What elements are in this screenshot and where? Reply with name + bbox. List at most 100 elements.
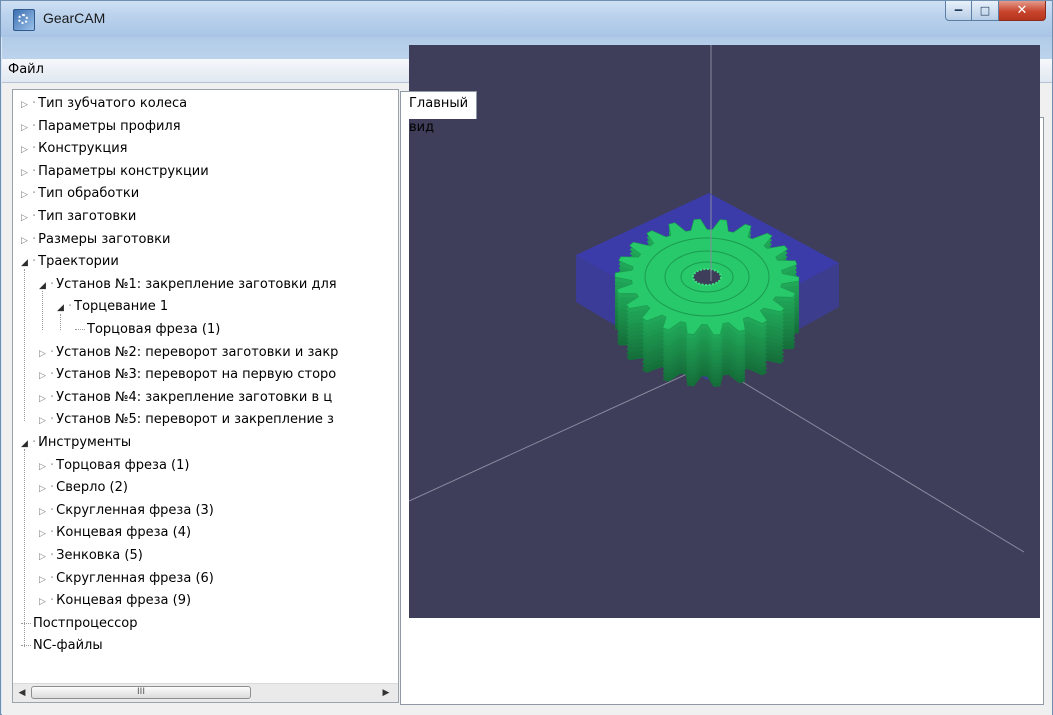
expand-arrow-icon[interactable]: ▷ (39, 410, 49, 432)
tree-item[interactable]: ▷ · Торцовая фреза (1) (39, 455, 189, 477)
expand-arrow-icon[interactable]: ▷ (39, 523, 49, 545)
tree-item-label: Параметры профиля (38, 118, 181, 134)
tree-connector: · (50, 367, 55, 383)
tree-item[interactable]: ▷ · Сверло (2) (39, 477, 128, 499)
tree-item[interactable]: ▷ · Концевая фреза (9) (39, 590, 191, 612)
project-tree[interactable]: NC-файлы Постпроцессор ▷ · Концевая фреза (9… (12, 89, 399, 703)
tree-item-label: Конструкция (38, 141, 128, 157)
tree-item[interactable]: Постпроцессор (21, 613, 138, 635)
tree-connector: · (50, 344, 55, 360)
tree-connector: · (50, 548, 55, 563)
tree-item[interactable]: ◢ · Торцевание 1 (57, 296, 168, 318)
tree-item[interactable]: ▷ · Установ №3: переворот на первую сторо (39, 364, 336, 386)
tree-connector: · (50, 570, 55, 586)
tree-item-label: Торцовая фреза (1) (87, 322, 221, 337)
expand-arrow-icon[interactable]: ▷ (21, 162, 31, 184)
tree-item-label: Концевая фреза (9) (56, 593, 192, 609)
tree-item-label: Постпроцессор (33, 615, 138, 631)
tree-connector: · (32, 118, 37, 134)
expand-arrow-icon[interactable]: ▷ (39, 365, 49, 387)
close-button[interactable]: ✕ (999, 1, 1046, 21)
tree-item[interactable]: ▷ · Параметры конструкции (21, 161, 209, 183)
tree-connector: · (50, 457, 55, 473)
tree-connector: · (50, 502, 55, 518)
tree-item-label: NC-файлы (33, 638, 103, 654)
tab-main-view[interactable]: Главный вид (400, 91, 478, 135)
tree-item[interactable]: ▷ · Концевая фреза (4) (39, 522, 191, 544)
tree-item[interactable]: ▷ · Размеры заготовки (21, 229, 170, 251)
axis-y (710, 362, 1025, 553)
tree-connector (21, 622, 31, 624)
collapse-arrow-icon[interactable]: ◢ (39, 275, 49, 297)
tree-item[interactable]: ▷ · Тип заготовки (21, 206, 136, 228)
expand-arrow-icon[interactable]: ▷ (21, 94, 31, 116)
expand-arrow-icon[interactable]: ▷ (21, 184, 31, 206)
tree-connector: · (50, 276, 55, 292)
expand-arrow-icon[interactable]: ▷ (21, 117, 31, 139)
scroll-right-icon[interactable]: ▶ (379, 686, 393, 700)
minimize-icon: ‒ (953, 3, 964, 18)
tree-connector: · (32, 186, 37, 202)
tree-item-label: Торцевание 1 (74, 299, 169, 315)
expand-arrow-icon[interactable]: ▷ (21, 230, 31, 252)
tree-item[interactable]: ▷ · Установ №5: переворот и закрепление з (39, 409, 334, 431)
tree-item[interactable]: ◢ · Инструменты (21, 432, 131, 454)
tree-item[interactable]: ▷ · Установ №4: закрепление заготовки в ц (39, 387, 332, 409)
tree-connector: · (32, 163, 37, 179)
tree-connector (21, 645, 31, 647)
tree-item[interactable]: ▷ · Скругленная фреза (3) (39, 500, 214, 522)
3d-viewport[interactable] (409, 45, 1040, 618)
tree-item[interactable]: ▷ · Конструкция (21, 138, 127, 160)
minimize-button[interactable]: ‒ (945, 1, 972, 21)
tree-item-label: Установ №3: переворот на первую сторо (56, 367, 337, 383)
expand-arrow-icon[interactable]: ▷ (39, 478, 49, 500)
tree-connector: · (32, 96, 37, 111)
tree-item-label: Параметры конструкции (38, 163, 209, 179)
expand-arrow-icon[interactable]: ▷ (39, 343, 49, 365)
tree-item[interactable]: ▷ · Зенковка (5) (39, 545, 143, 567)
tree-item[interactable]: ▷ · Установ №2: переворот заготовки и закр (39, 342, 338, 364)
expand-arrow-icon[interactable]: ▷ (39, 591, 49, 613)
tree-connector (75, 329, 85, 330)
collapse-arrow-icon[interactable]: ◢ (21, 433, 31, 455)
tree-item-label: Установ №5: переворот и закрепление з (56, 412, 334, 428)
gear-model-svg (409, 45, 1025, 553)
tree-connector: · (32, 231, 37, 247)
tree-horizontal-scrollbar[interactable]: ◀ III ▶ (13, 683, 398, 702)
tree-item[interactable]: ▷ · Параметры профиля (21, 116, 181, 138)
expand-arrow-icon[interactable]: ▷ (39, 546, 49, 568)
tree-item[interactable]: NC-файлы (21, 635, 103, 657)
tree-item[interactable]: ▷ · Скругленная фреза (6) (39, 568, 214, 590)
tree-connector: · (32, 209, 37, 224)
tree-item[interactable]: ◢ · Установ №1: закрепление заготовки для (39, 274, 337, 296)
scroll-left-icon[interactable]: ◀ (15, 686, 29, 700)
collapse-arrow-icon[interactable]: ◢ (57, 297, 67, 319)
collapse-arrow-icon[interactable]: ◢ (21, 252, 31, 274)
tree-item[interactable]: Торцовая фреза (1) (75, 319, 220, 341)
tree-item-label: Установ №1: закрепление заготовки для (56, 276, 337, 292)
expand-arrow-icon[interactable]: ▷ (39, 388, 49, 410)
tree-item[interactable]: ◢ · Траектории (21, 251, 119, 273)
window-controls: ‒ □ ✕ (945, 1, 1046, 23)
title-bar[interactable]: GearCAM ‒ □ ✕ (1, 1, 1052, 37)
expand-arrow-icon[interactable]: ▷ (39, 456, 49, 478)
tree-guide-line (42, 291, 43, 331)
tree-item[interactable]: ▷ · Тип зубчатого колеса (21, 93, 187, 115)
tree-item-label: Инструменты (38, 435, 132, 450)
expand-arrow-icon[interactable]: ▷ (21, 207, 31, 229)
expand-arrow-icon[interactable]: ▷ (39, 501, 49, 523)
tree-connector: · (68, 299, 73, 315)
tree-item-label: Размеры заготовки (38, 231, 171, 247)
scroll-thumb[interactable]: III (31, 686, 251, 699)
expand-arrow-icon[interactable]: ▷ (39, 569, 49, 591)
tree-item-label: Тип обработки (38, 186, 140, 202)
tree-item-label: Сверло (2) (56, 480, 128, 496)
tree-item-label: Установ №2: переворот заготовки и закр (56, 344, 339, 360)
tree-item-label: Скругленная фреза (6) (56, 570, 214, 586)
menu-file[interactable]: Файл (8, 62, 44, 77)
tree-item[interactable]: ▷ · Тип обработки (21, 183, 139, 205)
tree-connector: · (50, 480, 55, 496)
maximize-button[interactable]: □ (972, 1, 999, 21)
expand-arrow-icon[interactable]: ▷ (21, 139, 31, 161)
window-title: GearCAM (43, 10, 106, 26)
